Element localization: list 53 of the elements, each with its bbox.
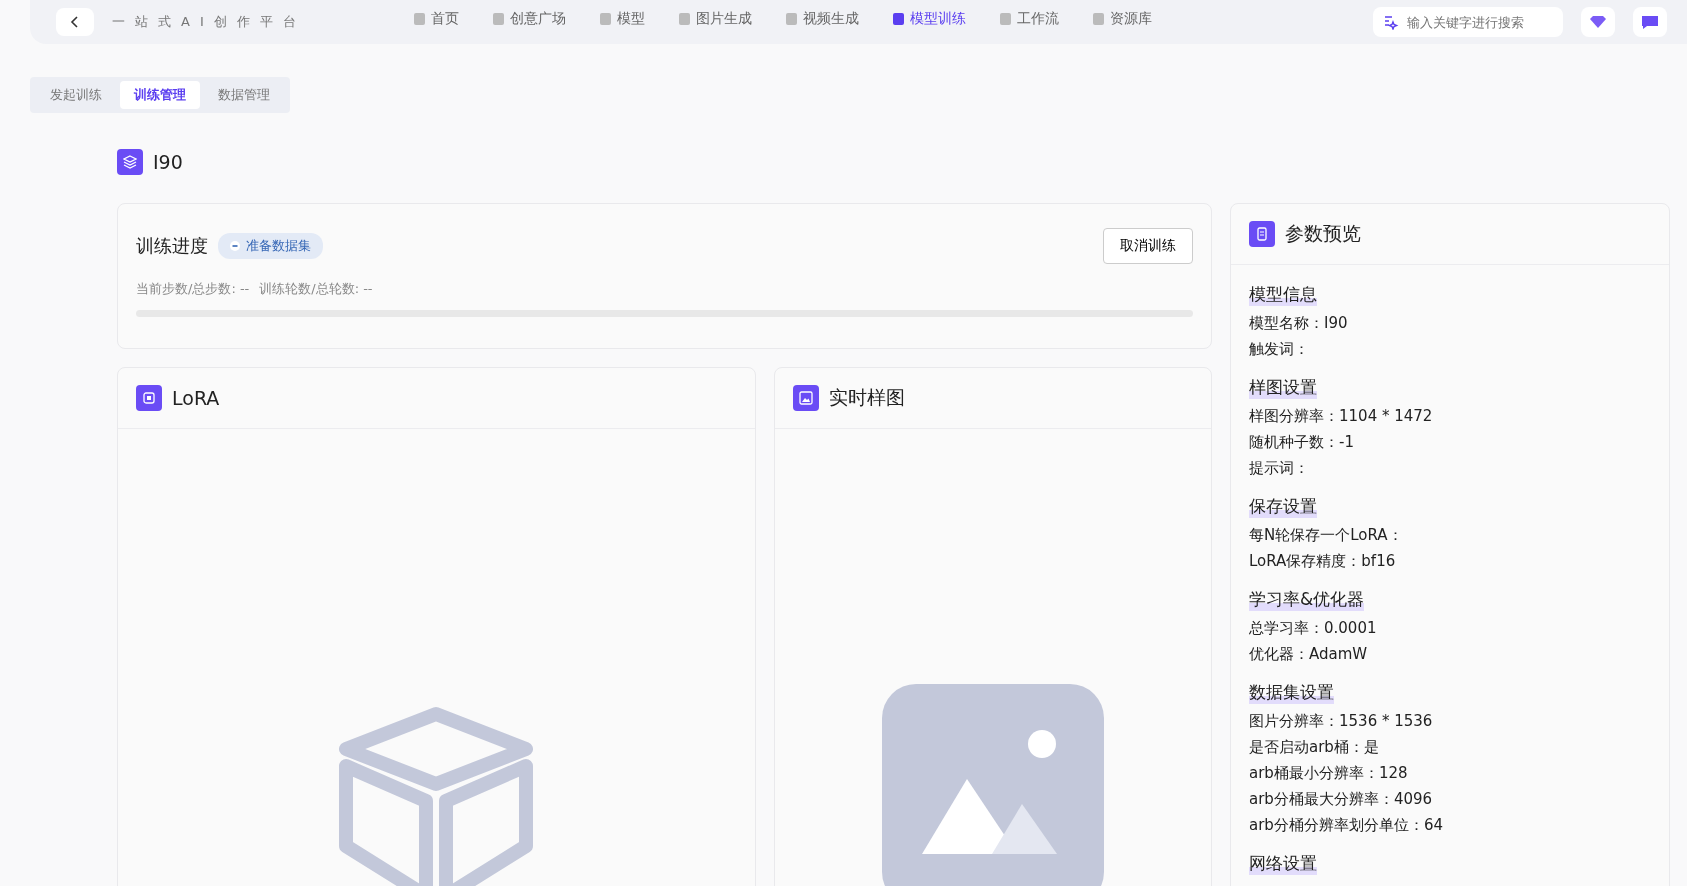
status-tag: 准备数据集 — [218, 233, 323, 259]
section-heading: 数据集设置 — [1249, 681, 1334, 704]
layers-icon — [117, 149, 143, 175]
nav-item[interactable]: 图片生成 — [678, 10, 752, 34]
section-heading: 网络设置 — [1249, 852, 1317, 875]
chevron-left-icon — [70, 15, 80, 29]
nav-item[interactable]: 模型训练 — [892, 10, 966, 34]
nav-item[interactable]: 创意广场 — [492, 10, 566, 34]
section-heading: 保存设置 — [1249, 495, 1317, 518]
panel-title: LoRA — [172, 387, 220, 409]
section-heading: 样图设置 — [1249, 376, 1317, 399]
param-text: arb分桶分辨率划分单位：64 — [1249, 815, 1444, 836]
minus-icon — [230, 241, 240, 251]
nav-item[interactable]: 视频生成 — [785, 10, 859, 34]
param-text: arb分桶最大分辨率：4096 — [1249, 789, 1434, 810]
nav-item[interactable]: 资源库 — [1092, 10, 1152, 34]
section-heading: 模型信息 — [1249, 283, 1317, 306]
epoch-count: 训练轮数/总轮数: -- — [259, 280, 373, 298]
param-text: 随机种子数：-1 — [1249, 432, 1355, 453]
nav-item[interactable]: 首页 — [413, 10, 459, 34]
param-text: 提示词： — [1249, 458, 1310, 479]
section-heading: 学习率&优化器 — [1249, 588, 1365, 611]
diamond-button[interactable] — [1581, 7, 1615, 37]
param-text: 优化器：AdamW — [1249, 644, 1369, 665]
param-text: 图片分辨率：1536 * 1536 — [1249, 711, 1434, 732]
back-button[interactable] — [56, 8, 94, 36]
platform-subtitle: 一站式AI创作平台 — [112, 13, 306, 31]
panel-title: 实时样图 — [828, 385, 905, 410]
image-icon — [792, 385, 819, 411]
tab[interactable]: 训练管理 — [120, 81, 200, 109]
diamond-icon — [1589, 15, 1607, 29]
param-text: 每N轮保存一个LoRA： — [1249, 525, 1404, 546]
cancel-training-button[interactable]: 取消训练 — [1103, 228, 1193, 264]
search-field[interactable]: 输入关键字进行搜索 — [1373, 7, 1563, 37]
param-text: 触发词： — [1249, 339, 1310, 360]
param-text: arb桶最小分辨率：128 — [1249, 763, 1409, 784]
chat-icon — [1641, 14, 1659, 30]
document-icon — [1249, 221, 1275, 247]
progress-title: 训练进度 — [136, 234, 208, 258]
param-text: LoRA保存精度：bf16 — [1249, 551, 1397, 572]
step-count: 当前步数/总步数: -- — [136, 280, 250, 298]
chip-icon — [136, 385, 162, 411]
param-text: 样图分辨率：1104 * 1472 — [1249, 406, 1434, 427]
nav-item[interactable]: 模型 — [599, 10, 645, 34]
tab[interactable]: 发起训练 — [36, 81, 116, 109]
param-text: 是否启动arb桶：是 — [1249, 737, 1380, 758]
panel-title: 参数预览 — [1285, 221, 1361, 246]
nav-item[interactable]: 工作流 — [999, 10, 1059, 34]
message-button[interactable] — [1633, 7, 1667, 37]
param-text: 模型名称：I90 — [1249, 313, 1349, 334]
param-text: 总学习率：0.0001 — [1249, 618, 1378, 639]
tab[interactable]: 数据管理 — [204, 81, 284, 109]
model-title: I90 — [153, 151, 183, 173]
